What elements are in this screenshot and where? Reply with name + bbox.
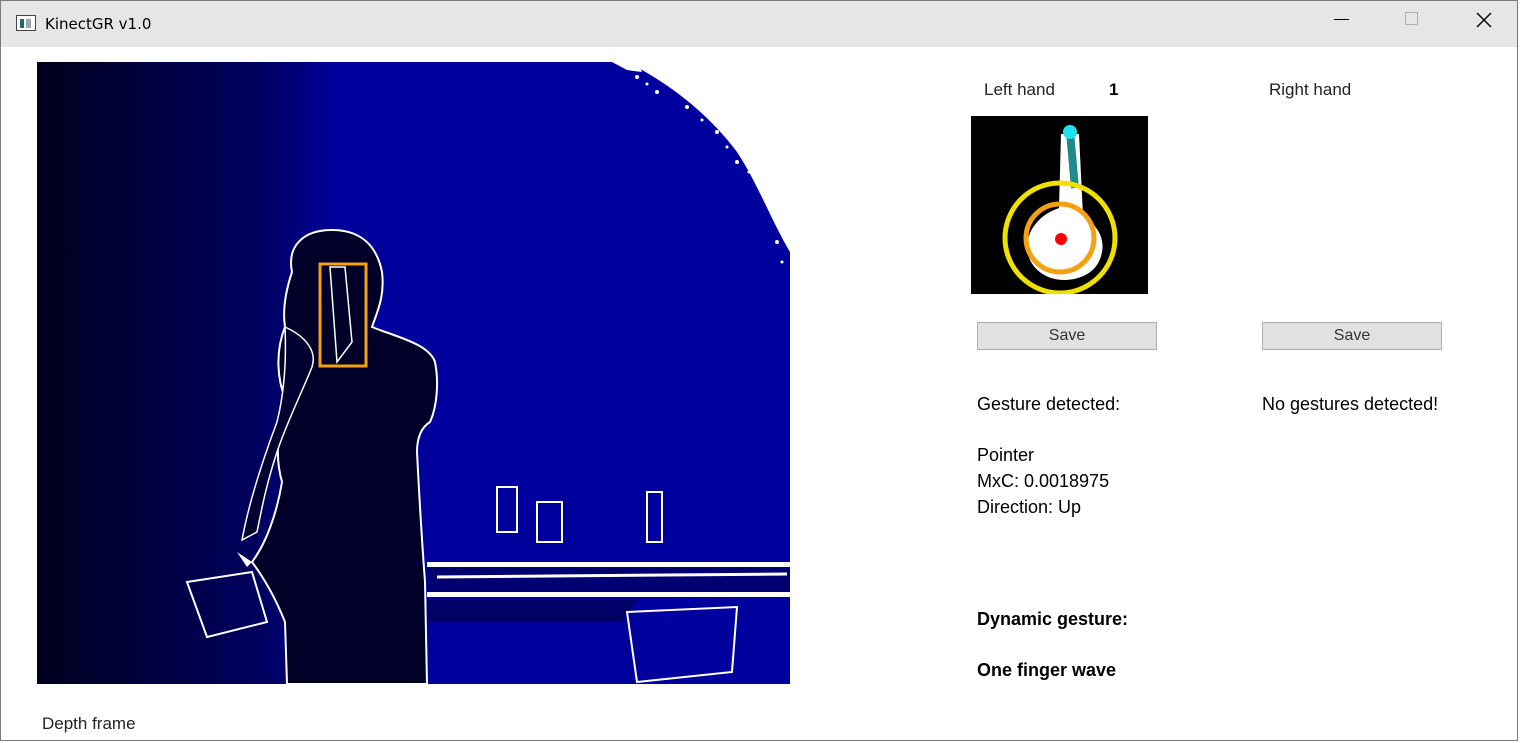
depth-frame-image bbox=[37, 62, 790, 684]
gesture-detected-heading: Gesture detected: bbox=[977, 394, 1121, 414]
title-bar[interactable]: KinectGR v1.0 bbox=[1, 1, 1517, 47]
minimize-button[interactable] bbox=[1306, 1, 1376, 47]
gesture-mxc: MxC: 0.0018975 bbox=[977, 471, 1110, 491]
app-icon bbox=[16, 15, 36, 31]
dynamic-gesture-heading: Dynamic gesture: bbox=[977, 609, 1129, 629]
left-hand-image bbox=[971, 116, 1148, 294]
close-icon bbox=[1476, 12, 1492, 28]
window-title: KinectGR v1.0 bbox=[45, 15, 152, 33]
close-button[interactable] bbox=[1448, 1, 1518, 47]
left-hand-label: Left hand bbox=[984, 80, 1055, 99]
left-hand-save-button[interactable]: Save bbox=[977, 322, 1157, 350]
gesture-name: Pointer bbox=[977, 445, 1035, 465]
right-hand-label: Right hand bbox=[1269, 80, 1352, 99]
right-hand-status: No gestures detected! bbox=[1262, 394, 1439, 414]
left-hand-count: 1 bbox=[1109, 80, 1119, 99]
depth-frame-caption: Depth frame bbox=[42, 714, 136, 733]
dynamic-gesture-value: One finger wave bbox=[977, 660, 1117, 680]
gesture-direction: Direction: Up bbox=[977, 497, 1082, 517]
maximize-button[interactable] bbox=[1376, 1, 1446, 47]
right-hand-save-button[interactable]: Save bbox=[1262, 322, 1442, 350]
